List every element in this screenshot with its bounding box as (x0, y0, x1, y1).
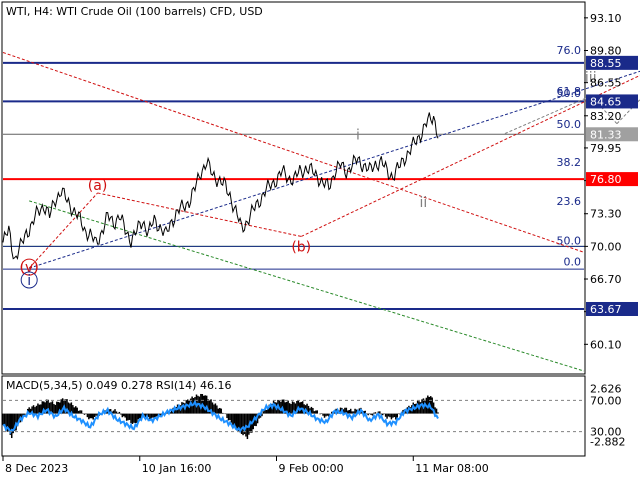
fib-label: 23.6 (557, 195, 582, 208)
chart-canvas: WTI, H4: WTI Crude Oil (100 barrels) CFD… (0, 0, 640, 480)
time-tick-label: 11 Mar 08:00 (415, 462, 488, 475)
wave-label: i (356, 128, 360, 144)
price-tick-label: 86.55 (590, 77, 622, 90)
indicator-tick-label: 70.00 (590, 394, 622, 407)
macd-rsi-label: MACD(5,34,5) 0.049 0.278 RSI(14) 46.16 (6, 379, 231, 392)
wave-label: i (27, 273, 31, 289)
chart-background (0, 0, 640, 480)
wave-label: ii (420, 195, 428, 211)
wave-label: (a) (88, 178, 108, 194)
fib-label: 50.0 (557, 87, 582, 100)
price-tick-label: 73.30 (590, 208, 622, 221)
fib-label: 0.0 (564, 256, 582, 269)
price-tag-label: 81.33 (590, 128, 622, 141)
price-tick-label: 93.10 (590, 12, 622, 25)
wave-label: (b) (291, 239, 311, 255)
fib-label: 38.2 (557, 156, 582, 169)
indicator-tick-label: -2.882 (590, 435, 625, 448)
price-tag-label: 63.67 (590, 303, 622, 316)
price-tag-label: 84.65 (590, 95, 622, 108)
price-tick-label: 89.80 (590, 44, 622, 57)
indicator-tick-label: 2.626 (590, 382, 622, 395)
chart-title: WTI, H4: WTI Crude Oil (100 barrels) CFD… (6, 5, 263, 18)
fib-label: 50.0 (557, 234, 582, 247)
price-tick-label: 83.20 (590, 110, 622, 123)
time-tick-label: 9 Feb 00:00 (279, 462, 344, 475)
price-tag-label: 88.55 (590, 57, 622, 70)
price-tag-label: 76.80 (590, 173, 622, 186)
price-tick-label: 79.95 (590, 142, 622, 155)
fib-label: 50.0 (557, 118, 582, 131)
price-tick-label: 66.70 (590, 273, 622, 286)
price-tick-label: 60.10 (590, 338, 622, 351)
price-tick-label: 70.00 (590, 240, 622, 253)
time-tick-label: 8 Dec 2023 (5, 462, 68, 475)
fib-label: 76.0 (557, 44, 582, 57)
time-tick-label: 10 Jan 16:00 (142, 462, 212, 475)
